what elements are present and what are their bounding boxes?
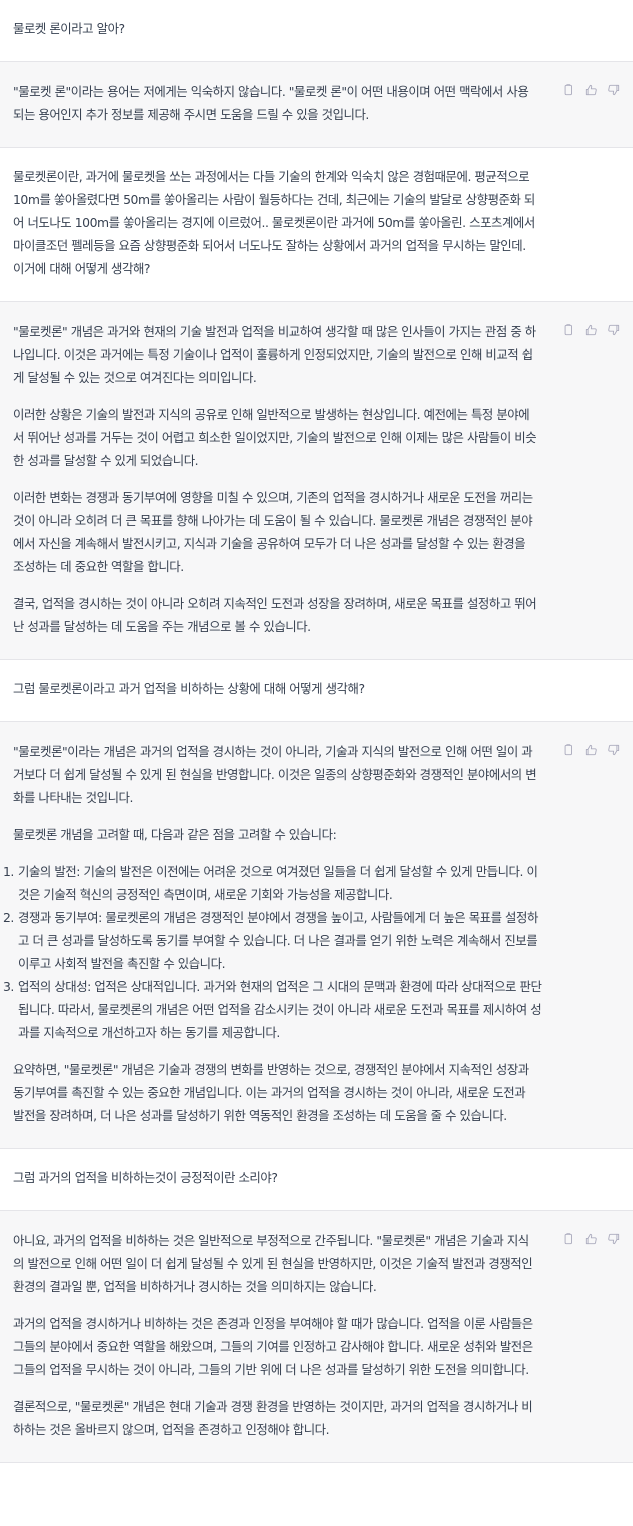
thumbs-down-button[interactable] (606, 1231, 622, 1247)
user-message-text: 그럼 물로켓론이라고 과거 업적을 비하하는 상황에 대해 어떻게 생각해? (13, 681, 365, 696)
thumbs-up-icon (584, 323, 598, 337)
list-item-text: 경쟁과 동기부여: 물로켓론의 개념은 경쟁적인 분야에서 경쟁을 높이고, 사… (18, 910, 538, 971)
message-actions (560, 742, 622, 758)
assistant-paragraph: 결론적으로, "물로켓론" 개념은 현대 기술과 경쟁 환경을 반영하는 것이지… (13, 1399, 533, 1437)
user-message-text: 물로켓 론이라고 알아? (13, 21, 125, 36)
list-item-text: 기술의 발전: 기술의 발전은 이전에는 어려운 것으로 여겨졌던 일들을 더 … (18, 864, 538, 902)
thumbs-up-button[interactable] (583, 322, 599, 338)
thumbs-down-icon (607, 323, 621, 337)
list-item-number: 2. (3, 910, 14, 925)
list-item-number: 3. (3, 979, 14, 994)
thumbs-up-button[interactable] (583, 1231, 599, 1247)
clipboard-icon (561, 743, 575, 757)
assistant-message: 아니요, 과거의 업적을 비하하는 것은 일반적으로 부정적으로 간주됩니다. … (0, 1211, 633, 1463)
thumbs-up-icon (584, 1232, 598, 1246)
assistant-paragraph: 물로켓론 개념을 고려할 때, 다음과 같은 점을 고려할 수 있습니다: (13, 827, 337, 842)
user-message: 그럼 과거의 업적을 비하하는것이 긍정적이란 소리야? (0, 1149, 633, 1211)
assistant-message: "물로켓론" 개념은 과거와 현재의 기술 발전과 업적을 비교하여 생각할 때… (0, 302, 633, 660)
user-message-text: 그럼 과거의 업적을 비하하는것이 긍정적이란 소리야? (13, 1170, 278, 1185)
assistant-paragraph: 이러한 변화는 경쟁과 동기부여에 영향을 미칠 수 있으며, 기존의 업적을 … (13, 490, 533, 574)
clipboard-button[interactable] (560, 1231, 576, 1247)
thumbs-up-button[interactable] (583, 82, 599, 98)
numbered-list: 1. 기술의 발전: 기술의 발전은 이전에는 어려운 것으로 여겨졌던 일들을 … (3, 860, 548, 1044)
list-item: 2. 경쟁과 동기부여: 물로켓론의 개념은 경쟁적인 분야에서 경쟁을 높이고,… (3, 906, 548, 975)
thumbs-down-icon (607, 83, 621, 97)
thumbs-up-button[interactable] (583, 742, 599, 758)
user-message: 물로켓론이란, 과거에 물로켓을 쏘는 과정에서는 다들 기술의 한계와 익숙치… (0, 148, 633, 302)
assistant-paragraph: 아니요, 과거의 업적을 비하하는 것은 일반적으로 부정적으로 간주됩니다. … (13, 1233, 533, 1294)
thumbs-down-button[interactable] (606, 322, 622, 338)
clipboard-icon (561, 83, 575, 97)
thumbs-down-button[interactable] (606, 742, 622, 758)
assistant-paragraph: "물로켓 론"이라는 용어는 저에게는 익숙하지 않습니다. "물로켓 론"이 … (13, 84, 529, 122)
message-actions (560, 322, 622, 338)
thumbs-down-button[interactable] (606, 82, 622, 98)
clipboard-button[interactable] (560, 742, 576, 758)
assistant-paragraph: 결국, 업적을 경시하는 것이 아니라 오히려 지속적인 도전과 성장을 장려하… (13, 596, 537, 634)
user-message-text: 물로켓론이란, 과거에 물로켓을 쏘는 과정에서는 다들 기술의 한계와 익숙치… (13, 169, 535, 276)
thumbs-up-icon (584, 743, 598, 757)
assistant-paragraph: 과거의 업적을 경시하거나 비하하는 것은 존경과 인정을 부여해야 할 때가 … (13, 1316, 533, 1377)
user-message: 물로켓 론이라고 알아? (0, 0, 633, 62)
assistant-message: "물로켓 론"이라는 용어는 저에게는 익숙하지 않습니다. "물로켓 론"이 … (0, 62, 633, 148)
assistant-paragraph: "물로켓론" 개념은 과거와 현재의 기술 발전과 업적을 비교하여 생각할 때… (13, 324, 536, 385)
conversation-thread: 물로켓 론이라고 알아? "물로켓 론"이라는 용어는 저에게는 익숙하지 않습니… (0, 0, 633, 1463)
user-message: 그럼 물로켓론이라고 과거 업적을 비하하는 상황에 대해 어떻게 생각해? (0, 660, 633, 722)
message-actions (560, 1231, 622, 1247)
assistant-paragraph: "물로켓론"이라는 개념은 과거의 업적을 경시하는 것이 아니라, 기술과 지… (13, 744, 537, 805)
list-item-number: 1. (3, 864, 14, 879)
assistant-message: "물로켓론"이라는 개념은 과거의 업적을 경시하는 것이 아니라, 기술과 지… (0, 722, 633, 1149)
thumbs-up-icon (584, 83, 598, 97)
message-actions (560, 82, 622, 98)
thumbs-down-icon (607, 743, 621, 757)
list-item: 3. 업적의 상대성: 업적은 상대적입니다. 과거와 현재의 업적은 그 시대의… (3, 975, 548, 1044)
list-item: 1. 기술의 발전: 기술의 발전은 이전에는 어려운 것으로 여겨졌던 일들을 … (3, 860, 548, 906)
clipboard-icon (561, 1232, 575, 1246)
thumbs-down-icon (607, 1232, 621, 1246)
assistant-paragraph: 이러한 상황은 기술의 발전과 지식의 공유로 인해 일반적으로 발생하는 현상… (13, 407, 537, 468)
clipboard-button[interactable] (560, 82, 576, 98)
clipboard-icon (561, 323, 575, 337)
clipboard-button[interactable] (560, 322, 576, 338)
assistant-paragraph: 요약하면, "물로켓론" 개념은 기술과 경쟁의 변화를 반영하는 것으로, 경… (13, 1062, 529, 1123)
list-item-text: 업적의 상대성: 업적은 상대적입니다. 과거와 현재의 업적은 그 시대의 문… (18, 979, 542, 1040)
